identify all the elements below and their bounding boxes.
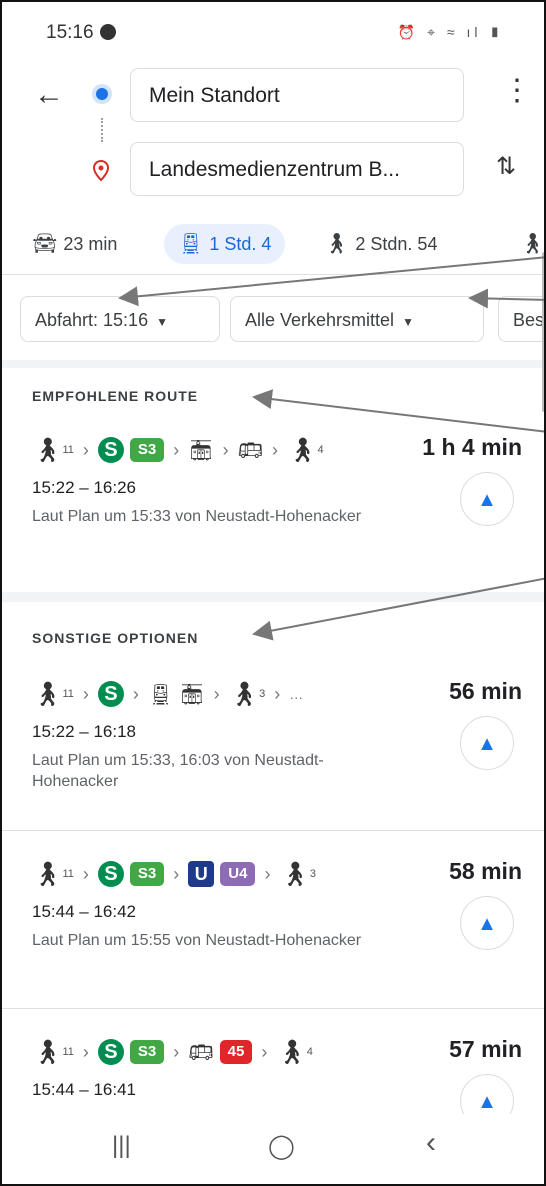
walk-icon: 🚶︎ [228,680,260,708]
travel-mode-tabs: 🚘︎23 min 🚆︎1 Std. 4 🚶︎2 Stdn. 54 🚶︎2 [2,220,544,274]
route-card[interactable]: 🚶︎ 11 › S S3 › U U4 › 🚶︎ 3 58 min 15:44 – 16… [2,854,544,994]
car-icon: 🚘︎ [32,233,58,255]
tab-walk[interactable]: 🚶︎ 2 Stdn. 54 [324,224,437,264]
origin-dot-icon [96,88,108,100]
sbahn-icon: S [97,861,124,887]
line-badge-s3: S3 [129,438,165,462]
walk-icon: 🚶︎ [32,680,63,708]
android-nav-bar: ||| ◯ ‹ [2,1114,544,1184]
route-legs: 🚶︎ 11 › S › 🚆︎ 🚋︎ › 🚶︎ 3 › … [32,680,304,708]
route-duration: 57 min [449,1036,522,1062]
ubahn-icon: U [188,861,215,887]
scrollbar[interactable] [542,252,544,412]
dropdown-caret-icon: ▼ [156,315,168,329]
phone-screen: 15:16 ⏰ ⌖ ≈ ıl ▮ ← Mein Standort Landesm… [0,0,546,1186]
annotation-arrow [252,577,544,641]
route-card-recommended[interactable]: 🚶︎ 11 › S S3 › 🚋︎ › 🚌︎ › 🚶︎ 4 1 h 4 min 15:… [2,430,544,580]
status-bar: 15:16 ⏰ ⌖ ≈ ıl ▮ [2,2,544,64]
recent-apps-button[interactable]: ||| [112,1132,131,1160]
home-button[interactable]: ◯ [268,1132,295,1161]
walk-icon: 🚶︎ [32,1038,63,1066]
route-note: Laut Plan um 15:55 von Neustadt-Hohenack… [32,932,362,949]
bus-icon: 🚌︎ [237,439,264,462]
route-duration: 1 h 4 min [422,434,522,460]
line-badge-s3: S3 [129,862,165,886]
departure-time-chip[interactable]: Abfahrt: 15:16 ▼ [20,296,220,342]
route-times: 15:44 – 16:41 [32,1080,136,1099]
back-arrow-icon[interactable]: ← [34,78,64,112]
divider [2,830,544,831]
train-icon: 🚆︎ [147,683,174,706]
route-card[interactable]: 🚶︎ 11 › S › 🚆︎ 🚋︎ › 🚶︎ 3 › … 56 min 15:22 … [2,674,544,814]
tram-icon: 🚋︎ [188,439,214,462]
route-legs: 🚶︎ 11 › S S3 › U U4 › 🚶︎ 3 [32,860,317,888]
section-separator [2,360,544,368]
divider [2,1008,544,1009]
tab-car[interactable]: 🚘︎ 23 min [32,224,117,264]
walk-icon: 🚶︎ [32,860,63,888]
navigation-icon[interactable]: ▲ [460,896,514,950]
transport-modes-chip[interactable]: Alle Verkehrsmittel ▼ [230,296,484,342]
line-badge-45: 45 [219,1040,253,1064]
tram-icon: 🚋︎ [179,683,205,706]
more-options-icon[interactable]: ⋮ [502,76,532,106]
walk-icon: 🚶︎ [32,436,63,464]
walk-icon: 🚶︎ [279,860,310,888]
route-note: Laut Plan um 15:33 von Neustadt-Hohenack… [32,508,362,525]
navigation-icon[interactable]: ▲ [460,472,514,526]
route-duration: 56 min [449,678,522,704]
walk-icon: 🚶︎ [276,1038,307,1066]
route-connector [101,118,105,142]
route-times: 15:22 – 16:26 [32,478,136,497]
line-badge-u4: U4 [220,862,256,886]
divider [2,274,544,275]
section-separator [2,592,544,602]
sbahn-icon: S [97,1039,124,1065]
recommended-section-title: EMPFOHLENE ROUTE [32,388,199,404]
destination-input[interactable]: Landesmedienzentrum B... [130,142,464,196]
route-times: 15:22 – 16:18 [32,722,136,741]
best-route-chip[interactable]: Bes [498,296,544,342]
route-legs: 🚶︎ 11 › S S3 › 🚌︎ 45 › 🚶︎ 4 [32,1038,313,1066]
navigation-icon[interactable]: ▲ [460,716,514,770]
status-icons: ⏰ ⌖ ≈ ıl ▮ [397,24,504,40]
route-note: Laut Plan um 15:33, 16:03 von Neustadt-H… [32,752,324,790]
notification-icon [99,24,116,40]
walk-icon: 🚶︎ [287,436,318,464]
route-legs: 🚶︎ 11 › S S3 › 🚋︎ › 🚌︎ › 🚶︎ 4 [32,436,324,464]
back-button[interactable]: ‹ [426,1126,436,1160]
sbahn-icon: S [97,681,124,707]
sbahn-icon: S [97,437,124,463]
tab-transit[interactable]: 🚆︎ 1 Std. 4 [164,224,286,264]
route-times: 15:44 – 16:42 [32,902,136,921]
other-options-title: SONSTIGE OPTIONEN [32,630,199,646]
annotation-arrow [252,389,544,433]
route-duration: 58 min [449,858,522,884]
swap-icon[interactable]: ⇅ [496,152,516,181]
origin-input[interactable]: Mein Standort [130,68,464,122]
dropdown-caret-icon: ▼ [402,315,414,329]
clock: 15:16 [46,22,116,44]
bus-icon: 🚌︎ [188,1041,214,1064]
line-badge-s3: S3 [129,1040,165,1064]
destination-pin-icon [92,160,110,182]
walk-icon: 🚶︎ [324,233,350,255]
transit-icon: 🚆︎ [178,233,204,255]
